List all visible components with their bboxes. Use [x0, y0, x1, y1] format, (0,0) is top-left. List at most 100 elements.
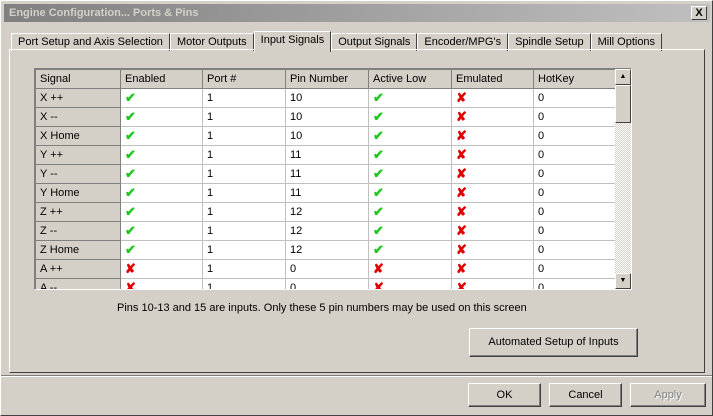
enabled-cell[interactable]: ✘ — [120, 259, 203, 279]
hotkey-cell[interactable]: 0 — [533, 126, 617, 146]
active-low-cell[interactable]: ✔ — [368, 107, 452, 127]
input-signals-grid[interactable]: Signal Enabled Port # Pin Number Active Low E… — [34, 68, 632, 290]
pin-cell[interactable]: 0 — [285, 278, 369, 289]
signal-cell[interactable]: Y ++ — [35, 145, 121, 165]
column-header[interactable]: Port # — [202, 69, 286, 89]
table-row[interactable]: A -- ✘ 1 0 ✘ ✘ 0 — [35, 278, 617, 289]
emulated-cell[interactable]: ✘ — [451, 164, 534, 184]
port-cell[interactable]: 1 — [202, 183, 286, 203]
ok-button[interactable]: OK — [468, 383, 541, 407]
hotkey-cell[interactable]: 0 — [533, 145, 617, 165]
emulated-cell[interactable]: ✘ — [451, 88, 534, 108]
hotkey-cell[interactable]: 0 — [533, 88, 617, 108]
emulated-cell[interactable]: ✘ — [451, 126, 534, 146]
port-cell[interactable]: 1 — [202, 202, 286, 222]
signal-cell[interactable]: Z ++ — [35, 202, 121, 222]
emulated-cell[interactable]: ✘ — [451, 145, 534, 165]
scroll-thumb[interactable] — [615, 85, 631, 123]
scroll-up-arrow-icon[interactable]: ▲ — [615, 69, 631, 85]
signal-cell[interactable]: A ++ — [35, 259, 121, 279]
table-row[interactable]: X -- ✔ 1 10 ✔ ✘ 0 — [35, 107, 617, 127]
active-low-cell[interactable]: ✔ — [368, 240, 452, 260]
column-header[interactable]: Signal — [35, 69, 121, 89]
hotkey-cell[interactable]: 0 — [533, 202, 617, 222]
port-cell[interactable]: 1 — [202, 278, 286, 289]
signal-cell[interactable]: X Home — [35, 126, 121, 146]
hotkey-cell[interactable]: 0 — [533, 259, 617, 279]
signal-cell[interactable]: X -- — [35, 107, 121, 127]
enabled-cell[interactable]: ✔ — [120, 183, 203, 203]
enabled-cell[interactable]: ✔ — [120, 126, 203, 146]
emulated-cell[interactable]: ✘ — [451, 183, 534, 203]
signal-cell[interactable]: Z Home — [35, 240, 121, 260]
emulated-cell[interactable]: ✘ — [451, 107, 534, 127]
active-low-cell[interactable]: ✔ — [368, 145, 452, 165]
active-low-cell[interactable]: ✔ — [368, 221, 452, 241]
port-cell[interactable]: 1 — [202, 107, 286, 127]
enabled-cell[interactable]: ✔ — [120, 88, 203, 108]
apply-button[interactable]: Apply — [630, 383, 706, 407]
pin-cell[interactable]: 10 — [285, 107, 369, 127]
table-row[interactable]: Y -- ✔ 1 11 ✔ ✘ 0 — [35, 164, 617, 184]
column-header[interactable]: Enabled — [120, 69, 203, 89]
scroll-down-arrow-icon[interactable]: ▼ — [615, 273, 631, 289]
port-cell[interactable]: 1 — [202, 88, 286, 108]
signal-cell[interactable]: Z -- — [35, 221, 121, 241]
active-low-cell[interactable]: ✘ — [368, 259, 452, 279]
enabled-cell[interactable]: ✔ — [120, 145, 203, 165]
hotkey-cell[interactable]: 0 — [533, 164, 617, 184]
pin-cell[interactable]: 12 — [285, 240, 369, 260]
hotkey-cell[interactable]: 0 — [533, 278, 617, 289]
port-cell[interactable]: 1 — [202, 164, 286, 184]
port-cell[interactable]: 1 — [202, 240, 286, 260]
pin-cell[interactable]: 10 — [285, 126, 369, 146]
pin-cell[interactable]: 0 — [285, 259, 369, 279]
emulated-cell[interactable]: ✘ — [451, 221, 534, 241]
hotkey-cell[interactable]: 0 — [533, 221, 617, 241]
automated-setup-button[interactable]: Automated Setup of Inputs — [469, 328, 638, 357]
table-row[interactable]: X Home ✔ 1 10 ✔ ✘ 0 — [35, 126, 617, 146]
active-low-cell[interactable]: ✔ — [368, 126, 452, 146]
active-low-cell[interactable]: ✔ — [368, 88, 452, 108]
emulated-cell[interactable]: ✘ — [451, 259, 534, 279]
pin-cell[interactable]: 10 — [285, 88, 369, 108]
table-row[interactable]: Z ++ ✔ 1 12 ✔ ✘ 0 — [35, 202, 617, 222]
port-cell[interactable]: 1 — [202, 221, 286, 241]
enabled-cell[interactable]: ✔ — [120, 202, 203, 222]
hotkey-cell[interactable]: 0 — [533, 107, 617, 127]
emulated-cell[interactable]: ✘ — [451, 240, 534, 260]
emulated-cell[interactable]: ✘ — [451, 202, 534, 222]
close-button[interactable]: X — [691, 6, 707, 20]
enabled-cell[interactable]: ✔ — [120, 164, 203, 184]
enabled-cell[interactable]: ✔ — [120, 221, 203, 241]
emulated-cell[interactable]: ✘ — [451, 278, 534, 289]
column-header[interactable]: Pin Number — [285, 69, 369, 89]
pin-cell[interactable]: 11 — [285, 164, 369, 184]
table-row[interactable]: Z Home ✔ 1 12 ✔ ✘ 0 — [35, 240, 617, 260]
port-cell[interactable]: 1 — [202, 145, 286, 165]
active-low-cell[interactable]: ✔ — [368, 202, 452, 222]
signal-cell[interactable]: Y -- — [35, 164, 121, 184]
column-header[interactable]: Active Low — [368, 69, 452, 89]
table-row[interactable]: Z -- ✔ 1 12 ✔ ✘ 0 — [35, 221, 617, 241]
pin-cell[interactable]: 11 — [285, 145, 369, 165]
pin-cell[interactable]: 11 — [285, 183, 369, 203]
hotkey-cell[interactable]: 0 — [533, 183, 617, 203]
signal-cell[interactable]: Y Home — [35, 183, 121, 203]
port-cell[interactable]: 1 — [202, 259, 286, 279]
pin-cell[interactable]: 12 — [285, 202, 369, 222]
enabled-cell[interactable]: ✔ — [120, 240, 203, 260]
signal-cell[interactable]: X ++ — [35, 88, 121, 108]
pin-cell[interactable]: 12 — [285, 221, 369, 241]
column-header[interactable]: HotKey — [533, 69, 617, 89]
active-low-cell[interactable]: ✔ — [368, 164, 452, 184]
cancel-button[interactable]: Cancel — [549, 383, 622, 407]
column-header[interactable]: Emulated — [451, 69, 534, 89]
table-row[interactable]: Y Home ✔ 1 11 ✔ ✘ 0 — [35, 183, 617, 203]
tab-input-signals[interactable]: Input Signals — [253, 31, 332, 52]
signal-cell[interactable]: A -- — [35, 278, 121, 289]
table-row[interactable]: X ++ ✔ 1 10 ✔ ✘ 0 — [35, 88, 617, 108]
enabled-cell[interactable]: ✔ — [120, 107, 203, 127]
enabled-cell[interactable]: ✘ — [120, 278, 203, 289]
active-low-cell[interactable]: ✔ — [368, 183, 452, 203]
